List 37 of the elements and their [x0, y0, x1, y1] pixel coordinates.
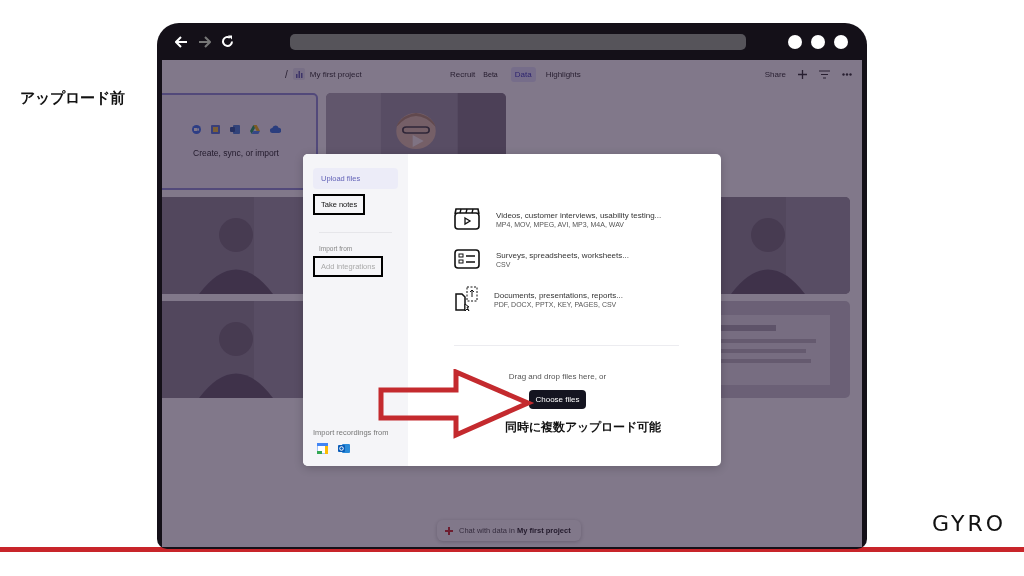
breadcrumb-separator: /	[285, 68, 288, 80]
plus-icon	[445, 526, 453, 535]
address-bar[interactable]	[290, 33, 746, 50]
triangle-icon	[249, 125, 260, 134]
file-type-title: Videos, customer interviews, usability testing...	[496, 210, 662, 220]
nav-tab[interactable]: Data	[510, 66, 536, 82]
window-button[interactable]	[788, 34, 802, 49]
annotation-text: 同時に複数アップロード可能	[504, 419, 661, 436]
share-button[interactable]: Share	[764, 69, 786, 79]
file-type-title: Documents, presentations, reports...	[494, 290, 623, 300]
slide-caption: アップロード前	[20, 89, 125, 106]
cloud-icon	[269, 125, 281, 133]
file-upload-icon	[454, 286, 478, 312]
nav-tab[interactable]: Highlights	[541, 66, 585, 82]
reload-icon[interactable]	[221, 35, 234, 48]
file-type-title: Surveys, spreadsheets, worksheets...	[496, 250, 629, 260]
more-icon[interactable]	[842, 72, 852, 76]
drop-prompt: Drag and drop files here, or	[508, 372, 607, 381]
choose-files-button[interactable]: Choose files	[529, 390, 586, 409]
brand-logo: GYRO	[932, 511, 1006, 536]
card-label: Create, sync, or import	[193, 148, 279, 158]
document-icon	[229, 125, 240, 134]
mail-icon[interactable]	[338, 443, 350, 454]
window-button[interactable]	[834, 34, 848, 49]
filter-icon[interactable]	[819, 69, 830, 79]
bar-chart-icon	[292, 68, 305, 80]
clapperboard-icon	[454, 208, 480, 230]
import-card[interactable]: Create, sync, or import	[162, 93, 318, 190]
calendar-icon	[210, 125, 220, 134]
add-icon[interactable]	[798, 69, 807, 79]
window-button[interactable]	[811, 34, 825, 49]
forward-icon[interactable]	[198, 35, 211, 48]
checklist-icon	[454, 249, 480, 269]
video-camera-icon	[191, 125, 201, 134]
project-title[interactable]: My first project	[309, 69, 362, 79]
back-icon[interactable]	[175, 35, 188, 48]
calendar-icon[interactable]	[317, 443, 328, 454]
